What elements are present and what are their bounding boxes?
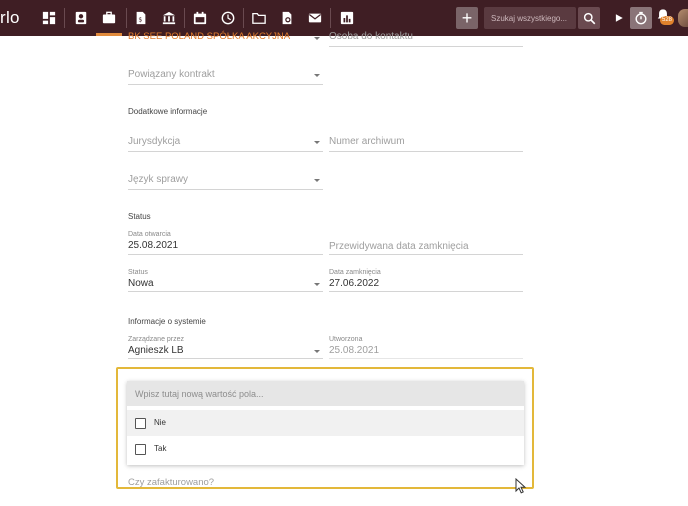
created-value: 25.08.2021 bbox=[329, 345, 380, 356]
archive-number-underline bbox=[329, 151, 523, 152]
open-date-underline bbox=[128, 254, 323, 255]
jurisdiction-underline bbox=[128, 151, 323, 152]
related-contract-underline bbox=[128, 84, 323, 85]
stopwatch-icon bbox=[635, 11, 647, 25]
created-underline bbox=[329, 358, 523, 359]
briefcase-icon[interactable] bbox=[98, 7, 120, 29]
document-icon[interactable]: $ bbox=[130, 7, 152, 29]
contacts-icon[interactable] bbox=[70, 7, 92, 29]
toolbar-separator bbox=[184, 8, 185, 28]
play-icon bbox=[615, 14, 623, 22]
expected-close-date-underline bbox=[329, 254, 523, 255]
managed-by-value[interactable]: Agnieszk LB bbox=[128, 345, 184, 356]
toolbar-separator bbox=[330, 8, 331, 28]
case-language-underline bbox=[128, 189, 323, 190]
expected-close-date-field[interactable]: Przewidywana data zamknięcia bbox=[329, 241, 469, 252]
notification-count-badge: 528 bbox=[660, 16, 675, 25]
dropdown-search[interactable] bbox=[127, 381, 524, 406]
archive-number-field[interactable]: Numer archiwum bbox=[329, 136, 405, 147]
folder-icon[interactable] bbox=[248, 7, 270, 29]
status-label: Status bbox=[128, 269, 148, 276]
created-label: Utworzona bbox=[329, 336, 363, 343]
checkbox-nie[interactable] bbox=[135, 418, 146, 429]
client-value[interactable]: BK SEE POLAND SPÓŁKA AKCYJNA bbox=[128, 31, 290, 42]
close-date-label: Data zamknięcia bbox=[329, 269, 381, 276]
bank-icon[interactable] bbox=[158, 7, 180, 29]
global-search[interactable] bbox=[484, 7, 576, 29]
open-date-value[interactable]: 25.08.2021 bbox=[128, 240, 178, 251]
option-label-tak: Tak bbox=[154, 444, 167, 453]
contact-person-field[interactable]: Osoba do kontaktu bbox=[329, 31, 413, 42]
search-button[interactable] bbox=[578, 7, 600, 29]
toolbar-separator bbox=[126, 8, 127, 28]
managed-by-label: Zarządzane przez bbox=[128, 336, 185, 343]
status-underline bbox=[128, 291, 323, 292]
contact-person-underline bbox=[329, 46, 523, 47]
mail-icon[interactable] bbox=[304, 7, 326, 29]
status-value[interactable]: Nowa bbox=[128, 278, 154, 289]
active-tab-indicator bbox=[96, 33, 122, 36]
invoiced-dropdown-panel: Nie Tak bbox=[127, 381, 524, 465]
managed-by-dropdown-arrow[interactable] bbox=[314, 350, 320, 353]
managed-by-underline bbox=[128, 358, 323, 359]
status-heading: Status bbox=[128, 212, 151, 221]
case-language-field[interactable]: Język sprawy bbox=[128, 174, 188, 185]
option-label-nie: Nie bbox=[154, 418, 167, 427]
svg-text:$: $ bbox=[138, 17, 142, 24]
play-button[interactable] bbox=[608, 7, 630, 29]
calendar-icon[interactable] bbox=[189, 7, 211, 29]
related-contract-field[interactable]: Powiązany kontrakt bbox=[128, 69, 215, 80]
related-contract-dropdown-arrow[interactable] bbox=[314, 74, 320, 77]
global-search-input[interactable] bbox=[484, 7, 576, 29]
dropdown-new-value-input[interactable] bbox=[127, 381, 524, 406]
checkbox-tak[interactable] bbox=[135, 444, 146, 455]
additional-info-heading: Dodatkowe informacje bbox=[128, 107, 208, 116]
jurisdiction-field[interactable]: Jurysdykcja bbox=[128, 136, 180, 147]
invoice-icon[interactable] bbox=[276, 7, 298, 29]
toolbar-separator bbox=[243, 8, 244, 28]
mouse-cursor-icon bbox=[515, 478, 527, 494]
history-icon[interactable] bbox=[217, 7, 239, 29]
client-dropdown-arrow[interactable] bbox=[314, 37, 320, 40]
status-dropdown-arrow[interactable] bbox=[314, 283, 320, 286]
case-language-dropdown-arrow[interactable] bbox=[314, 179, 320, 182]
app-logo[interactable]: rlo bbox=[0, 8, 20, 28]
jurisdiction-dropdown-arrow[interactable] bbox=[314, 141, 320, 144]
dropdown-option-nie[interactable]: Nie bbox=[127, 410, 524, 436]
dropdown-option-tak[interactable]: Tak bbox=[127, 436, 524, 462]
open-date-label: Data otwarcia bbox=[128, 231, 171, 238]
system-info-heading: Informacje o systemie bbox=[128, 317, 206, 326]
timer-button[interactable] bbox=[630, 7, 652, 29]
user-avatar[interactable] bbox=[678, 9, 688, 27]
search-icon bbox=[583, 12, 595, 24]
toolbar-separator bbox=[64, 8, 65, 28]
close-date-value[interactable]: 27.06.2022 bbox=[329, 278, 379, 289]
reports-icon[interactable] bbox=[336, 7, 358, 29]
add-button[interactable]: + bbox=[456, 7, 478, 29]
close-date-underline bbox=[329, 291, 523, 292]
dashboard-icon[interactable] bbox=[38, 7, 60, 29]
